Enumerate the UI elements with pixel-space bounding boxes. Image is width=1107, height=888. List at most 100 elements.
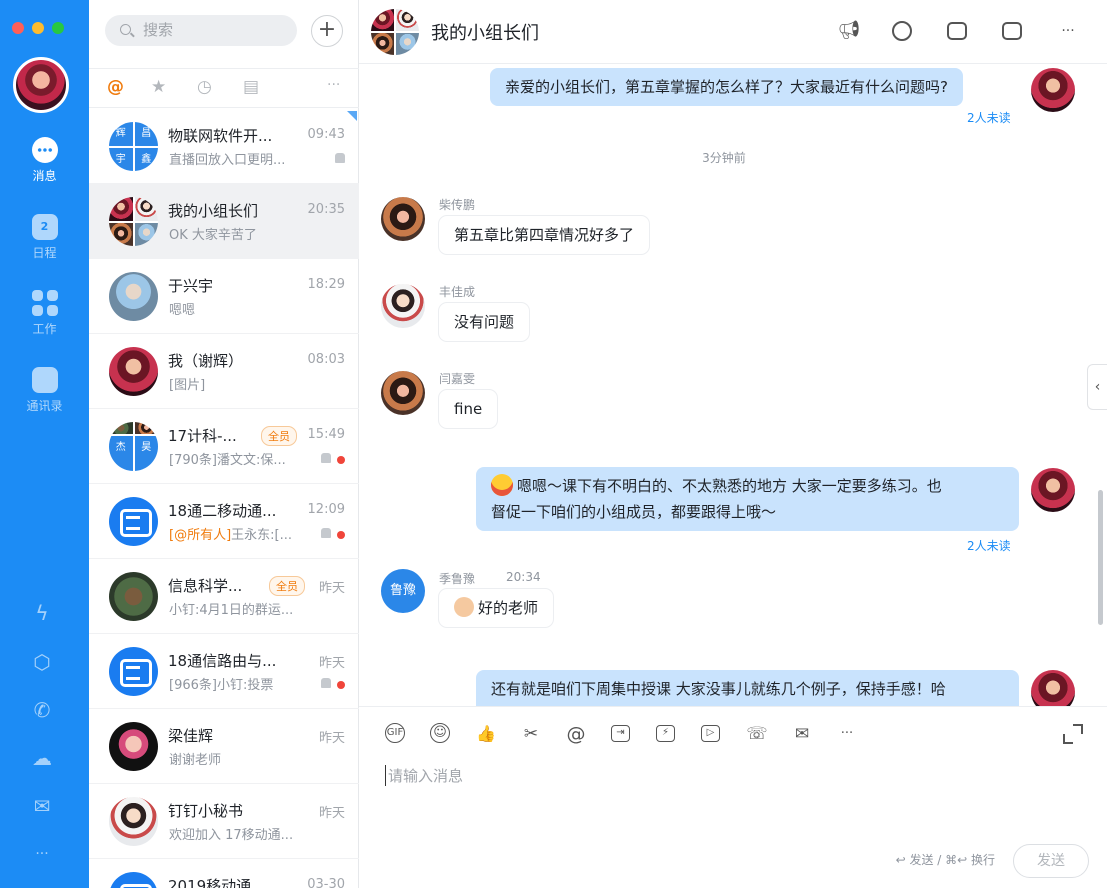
more-options-icon[interactable]: ··· [1056,19,1080,43]
unread-count[interactable]: 2人未读 [967,537,1011,554]
mail-icon[interactable]: ✉ [30,794,54,818]
message-bubble[interactable]: 第五章比第四章情况好多了 [439,216,650,254]
star-icon[interactable]: ★ [151,77,166,97]
conversation-item[interactable]: 钉钉小秘书 昨天 欢迎加入 17移动通... [89,784,359,859]
bookmark-icon[interactable]: ▤ [243,77,259,97]
screenshot-scissors-icon[interactable]: ✂ [520,723,542,745]
conversation-item[interactable]: 于兴宇 18:29 嗯嗯 [89,259,359,334]
calendar-icon: 2 [31,214,58,240]
hexagon-icon[interactable]: ⬡ [30,650,54,674]
conversation-preview: [966条]小钉:投票 [169,678,274,693]
chat-title[interactable]: 我的小组长们 [431,19,539,45]
conversation-preview: [790条]潘文文:保... [169,453,286,468]
mention-filter-icon[interactable]: @ [107,77,124,97]
conversation-item[interactable]: 梁佳辉 昨天 谢谢老师 [89,709,359,784]
my-message-bubble[interactable]: 亲爱的小组长们，第五章掌握的怎么样了？大家最近有什么问题吗? [490,68,963,106]
message-bubble[interactable]: 没有问题 [439,303,530,341]
message-timestamp: 3分钟前 [702,151,746,165]
message-bubble[interactable]: fine [439,390,498,428]
message-bubble[interactable]: 好的老师 [439,589,554,627]
folder-icon[interactable] [947,22,967,40]
conversation-item[interactable]: 18通信路由与... 昨天 [966条]小钉:投票 [89,634,359,709]
conversation-name: 钉钉小秘书 [168,802,244,820]
nav-contacts[interactable]: 通讯录 [0,367,89,414]
conversation-preview: 直播回放入口更明... [169,153,286,168]
nav-calendar[interactable]: 2 日程 [0,214,89,261]
unread-dot [337,456,345,464]
muted-bell-icon [321,453,331,463]
message-composer: GIF ☺ 👍 ✂ @ ⇥ ⚡ ▷ ☏ ✉ ··· 请输入消息 ↩ 发送 / ⌘… [359,706,1107,888]
message-time: 20:34 [506,570,541,584]
conversation-preview: 谢谢老师 [169,753,222,768]
conversation-time: 15:49 [307,427,345,442]
more-tools-icon[interactable]: ··· [836,723,858,745]
side-panel-toggle[interactable]: ‹ [1087,364,1107,410]
gif-icon[interactable]: GIF [385,723,405,743]
close-window-button[interactable] [12,22,24,34]
my-avatar[interactable] [1031,670,1075,706]
clock-icon[interactable]: ◷ [197,77,212,97]
message-scrollbar[interactable] [1098,490,1103,625]
phone-icon[interactable]: ✆ [30,698,54,722]
schedule-icon[interactable] [1002,22,1022,40]
my-message-bubble[interactable]: 还有就是咱们下周集中授课 大家没事儿就练几个例子，保持手感！哈 [476,670,1019,706]
conversation-preview: [图片] [169,378,206,393]
thumbs-up-icon[interactable]: 👍 [475,723,497,745]
pinned-corner-icon [347,111,357,121]
mail-icon[interactable]: ✉ [791,723,813,745]
announcement-icon[interactable]: 📢︎ [837,19,861,43]
group-avatar[interactable] [371,9,419,55]
my-avatar[interactable] [1031,68,1075,112]
nav-messages[interactable]: 消息 [0,137,89,184]
more-icon[interactable]: ··· [30,842,54,866]
mention-all-tag: [@所有人] [169,528,232,543]
ding-icon[interactable]: ⚡ [656,725,675,742]
unread-count[interactable]: 2人未读 [967,109,1011,126]
sender-avatar[interactable]: 鲁豫 [381,569,425,613]
window-controls [12,22,64,34]
conversation-item[interactable]: 辉昌 宇鑫 物联网软件开... 09:43 直播回放入口更明... [89,109,359,184]
live-video-icon[interactable]: ▷ [701,725,720,742]
conversation-item[interactable]: 18通二移动通... 12:09 [@所有人]王永东:[... [89,484,359,559]
all-members-badge: 全员 [261,426,297,446]
more-filters-icon[interactable]: ··· [327,77,340,93]
emoji-icon[interactable]: ☺ [430,723,450,743]
sender-avatar[interactable] [381,371,425,415]
avatar [109,572,158,621]
nav-work[interactable]: 工作 [0,290,89,337]
message-input[interactable]: 请输入消息 [385,765,463,786]
cloud-icon[interactable]: ☁ [30,746,54,770]
my-avatar[interactable] [1031,468,1075,512]
search-input[interactable]: 搜索 [105,15,297,46]
my-message-bubble[interactable]: 嗯嗯～课下有不明白的、不太熟悉的地方 大家一定要多练习。也 督促一下咱们的小组成员… [476,467,1019,531]
conversation-name: 信息科学... [168,577,243,595]
minimize-window-button[interactable] [32,22,44,34]
conversation-name: 18通二移动通... [168,502,277,520]
user-avatar[interactable] [13,57,69,113]
group-avatar: 辉昌 宇鑫 [109,122,158,171]
zoom-window-button[interactable] [52,22,64,34]
history-clock-icon[interactable] [892,21,912,41]
add-button[interactable]: + [311,15,343,47]
sender-avatar[interactable] [381,284,425,328]
chat-bubble-icon [31,137,58,163]
conversation-item[interactable]: 信息科学... 全员 昨天 小钉:4月1日的群运... [89,559,359,634]
nav-calendar-label: 日程 [32,246,57,260]
conversation-preview: 嗯嗯 [169,303,196,318]
call-icon[interactable]: ☏ [746,723,768,745]
send-shortcut-hint: ↩ 发送 / ⌘↩ 换行 [895,853,995,867]
nav-messages-label: 消息 [32,169,57,183]
conversation-item[interactable]: 2019移动通... 03-30 [89,859,359,888]
conversation-item[interactable]: 我（谢辉） 08:03 [图片] [89,334,359,409]
mention-icon[interactable]: @ [565,723,587,745]
send-button[interactable]: 发送 [1013,844,1089,878]
conversation-item[interactable]: 杰昊 17计科-... 全员 15:49 [790条]潘文文:保... [89,409,359,484]
conversation-name: 于兴宇 [168,277,214,295]
lightning-icon[interactable]: ϟ [30,601,54,625]
muted-bell-icon [321,528,331,538]
chat-panel: 我的小组长们 📢︎ ··· 亲爱的小组长们，第五章掌握的怎么样了？大家最近有什么… [359,0,1107,888]
conversation-item[interactable]: 我的小组长们 20:35 OK 大家辛苦了 [89,184,359,259]
conversation-time: 昨天 [318,656,345,671]
send-file-icon[interactable]: ⇥ [611,725,630,742]
sender-avatar[interactable] [381,197,425,241]
